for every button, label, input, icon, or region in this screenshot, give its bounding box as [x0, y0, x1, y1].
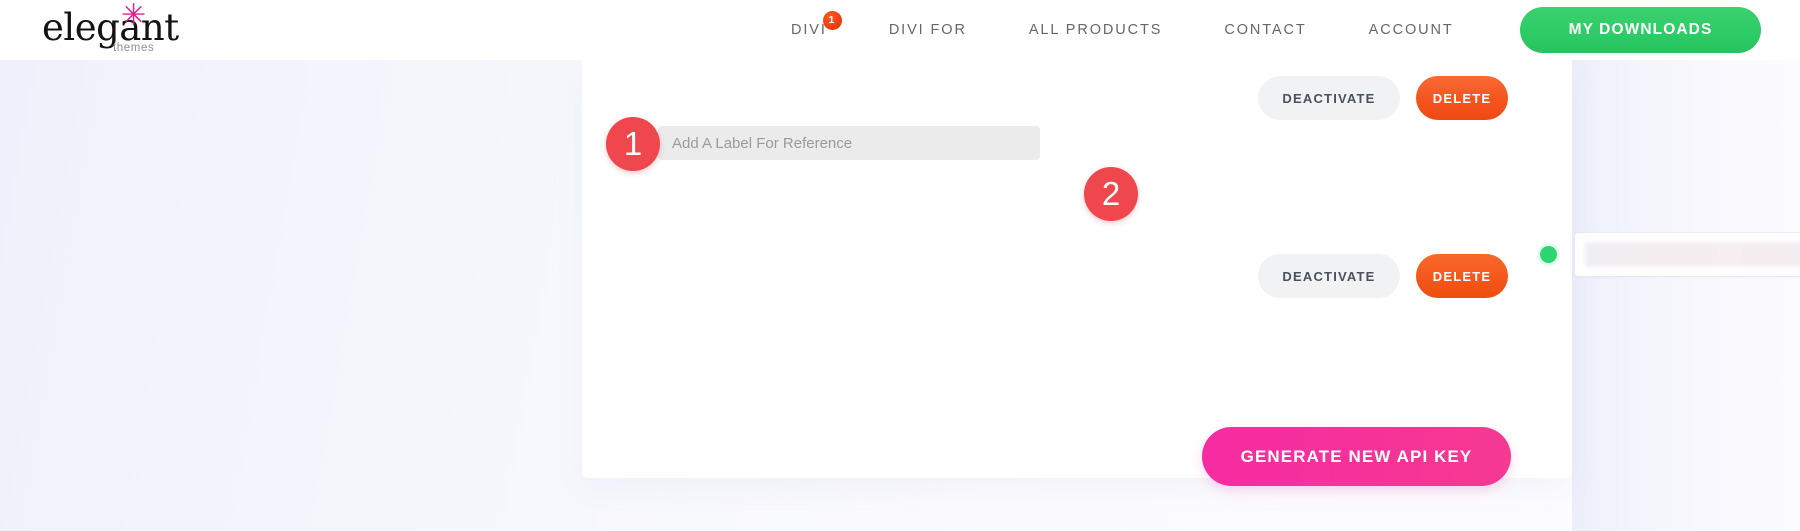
nav-item-contact[interactable]: CONTACT — [1193, 22, 1337, 38]
nav-item-divi[interactable]: DIVI 1 — [760, 11, 858, 38]
generate-new-api-key-button[interactable]: GENERATE NEW API KEY — [1202, 427, 1511, 486]
delete-button-bottom[interactable]: DELETE — [1416, 254, 1508, 298]
page-root: elegant ✳ themes DIVI 1 DIVI FOR ALL PRO… — [0, 0, 1800, 531]
annotation-marker-1: 1 — [606, 117, 660, 171]
nav-item-label: ALL PRODUCTS — [1028, 22, 1163, 38]
api-key-input[interactable] — [1574, 232, 1800, 277]
logo-subtext: themes — [113, 42, 155, 54]
nav-item-label: ACCOUNT — [1368, 22, 1454, 38]
site-header: elegant ✳ themes DIVI 1 DIVI FOR ALL PRO… — [0, 0, 1800, 60]
nav-item-label: DIVI — [791, 22, 827, 38]
delete-button-top[interactable]: DELETE — [1416, 76, 1508, 120]
nav-item-divi-for[interactable]: DIVI FOR — [858, 22, 998, 38]
api-key-status-dot — [1540, 246, 1557, 263]
logo-wordmark: elegant — [42, 6, 179, 49]
nav-item-account[interactable]: ACCOUNT — [1338, 22, 1485, 38]
api-key-label-input[interactable] — [658, 126, 1040, 160]
nav-item-all-products[interactable]: ALL PRODUCTS — [998, 22, 1193, 38]
nav-item-label: DIVI FOR — [888, 22, 967, 38]
annotation-marker-2: 2 — [1084, 167, 1138, 221]
notification-badge: 1 — [822, 11, 842, 30]
api-key-actions-bottom: DEACTIVATE DELETE — [1258, 254, 1508, 298]
api-keys-card: DEACTIVATE DELETE DEACTIVATE DELETE GENE… — [582, 60, 1800, 486]
asterisk-icon: ✳ — [121, 0, 147, 33]
elegant-themes-logo[interactable]: elegant ✳ themes — [42, 0, 242, 58]
page-background-right — [1572, 60, 1800, 531]
main-navigation: DIVI 1 DIVI FOR ALL PRODUCTS CONTACT ACC… — [760, 0, 1485, 60]
api-key-masked-value — [1585, 242, 1800, 267]
my-downloads-button[interactable]: MY DOWNLOADS — [1520, 7, 1761, 53]
nav-item-label: CONTACT — [1224, 22, 1307, 38]
deactivate-button-bottom[interactable]: DEACTIVATE — [1258, 254, 1400, 298]
api-key-actions-top: DEACTIVATE DELETE — [1258, 76, 1508, 120]
deactivate-button-top[interactable]: DEACTIVATE — [1258, 76, 1400, 120]
